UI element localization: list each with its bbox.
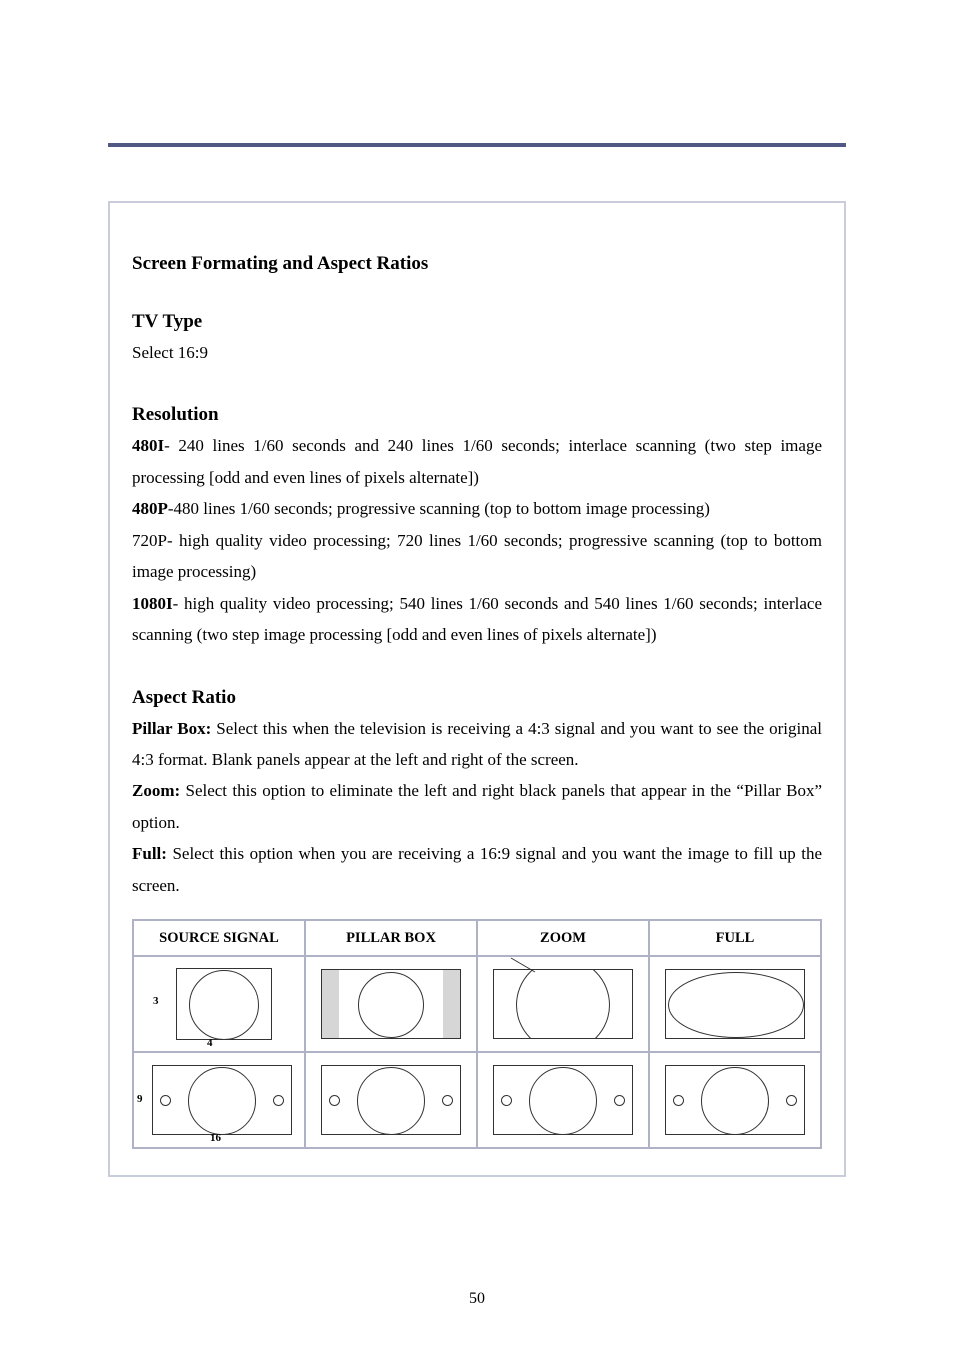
table-header-pillar: PILLAR BOX bbox=[305, 920, 477, 956]
table-header-source: SOURCE SIGNAL bbox=[133, 920, 305, 956]
table-header-full: FULL bbox=[649, 920, 821, 956]
aspect-ratio-heading: Aspect Ratio bbox=[132, 687, 822, 709]
tv-type-text: Select 16:9 bbox=[132, 337, 822, 368]
label-zoom: Zoom: bbox=[132, 781, 180, 800]
label-480p: 480P bbox=[132, 499, 168, 518]
resolution-1080i: 1080I- high quality video processing; 54… bbox=[132, 588, 822, 651]
label-480i: 480I bbox=[132, 436, 164, 455]
tv-type-heading: TV Type bbox=[132, 311, 822, 333]
table-cell-full-16x9 bbox=[649, 1052, 821, 1148]
section-title: Screen Formating and Aspect Ratios bbox=[132, 253, 822, 275]
zoom-crop-lines-icon bbox=[493, 960, 633, 1050]
aspect-pillar: Pillar Box: Select this when the televis… bbox=[132, 713, 822, 776]
resolution-heading: Resolution bbox=[132, 404, 822, 426]
diagram-4x3-pillar bbox=[306, 957, 476, 1051]
resolution-block: Resolution 480I- 240 lines 1/60 seconds … bbox=[132, 404, 822, 650]
resolution-480i: 480I- 240 lines 1/60 seconds and 240 lin… bbox=[132, 430, 822, 493]
aspect-ratio-table: SOURCE SIGNAL PILLAR BOX ZOOM FULL 3 4 bbox=[132, 919, 822, 1149]
table-cell-source-16x9: 9 16 bbox=[133, 1052, 305, 1148]
diagram-4x3-full bbox=[650, 957, 820, 1051]
diagram-4x3-source: 3 4 bbox=[134, 957, 304, 1051]
aspect-full: Full: Select this option when you are re… bbox=[132, 838, 822, 901]
resolution-720p: 720P- high quality video processing; 720… bbox=[132, 525, 822, 588]
dim-label-3: 3 bbox=[153, 995, 159, 1007]
page-number: 50 bbox=[0, 1290, 954, 1308]
diagram-4x3-zoom bbox=[478, 957, 648, 1051]
text-480p: -480 lines 1/60 seconds; progressive sca… bbox=[168, 499, 710, 518]
resolution-480p: 480P-480 lines 1/60 seconds; progressive… bbox=[132, 493, 822, 524]
text-full: Select this option when you are receivin… bbox=[132, 844, 822, 894]
header-rule bbox=[108, 143, 846, 147]
diagram-16x9-full bbox=[650, 1053, 820, 1147]
diagram-16x9-source: 9 16 bbox=[134, 1053, 304, 1147]
table-cell-pillar-4x3 bbox=[305, 956, 477, 1052]
text-1080i: - high quality video processing; 540 lin… bbox=[132, 594, 822, 644]
diagram-16x9-pillar bbox=[306, 1053, 476, 1147]
diagram-16x9-zoom bbox=[478, 1053, 648, 1147]
table-header-zoom: ZOOM bbox=[477, 920, 649, 956]
table-cell-zoom-4x3 bbox=[477, 956, 649, 1052]
label-pillar: Pillar Box: bbox=[132, 719, 211, 738]
dim-label-4: 4 bbox=[207, 1037, 213, 1049]
aspect-ratio-block: Aspect Ratio Pillar Box: Select this whe… bbox=[132, 687, 822, 902]
table-cell-zoom-16x9 bbox=[477, 1052, 649, 1148]
table-cell-pillar-16x9 bbox=[305, 1052, 477, 1148]
document-page: Screen Formating and Aspect Ratios TV Ty… bbox=[0, 0, 954, 1356]
tv-type-block: TV Type Select 16:9 bbox=[132, 311, 822, 368]
text-480i: - 240 lines 1/60 seconds and 240 lines 1… bbox=[132, 436, 822, 486]
label-full: Full: bbox=[132, 844, 167, 863]
text-zoom: Select this option to eliminate the left… bbox=[132, 781, 822, 831]
dim-label-16: 16 bbox=[210, 1132, 221, 1144]
table-cell-source-4x3: 3 4 bbox=[133, 956, 305, 1052]
label-1080i: 1080I bbox=[132, 594, 173, 613]
text-pillar: Select this when the television is recei… bbox=[132, 719, 822, 769]
aspect-zoom: Zoom: Select this option to eliminate th… bbox=[132, 775, 822, 838]
content-frame: Screen Formating and Aspect Ratios TV Ty… bbox=[108, 201, 846, 1177]
dim-label-9: 9 bbox=[137, 1093, 143, 1105]
table-cell-full-4x3 bbox=[649, 956, 821, 1052]
